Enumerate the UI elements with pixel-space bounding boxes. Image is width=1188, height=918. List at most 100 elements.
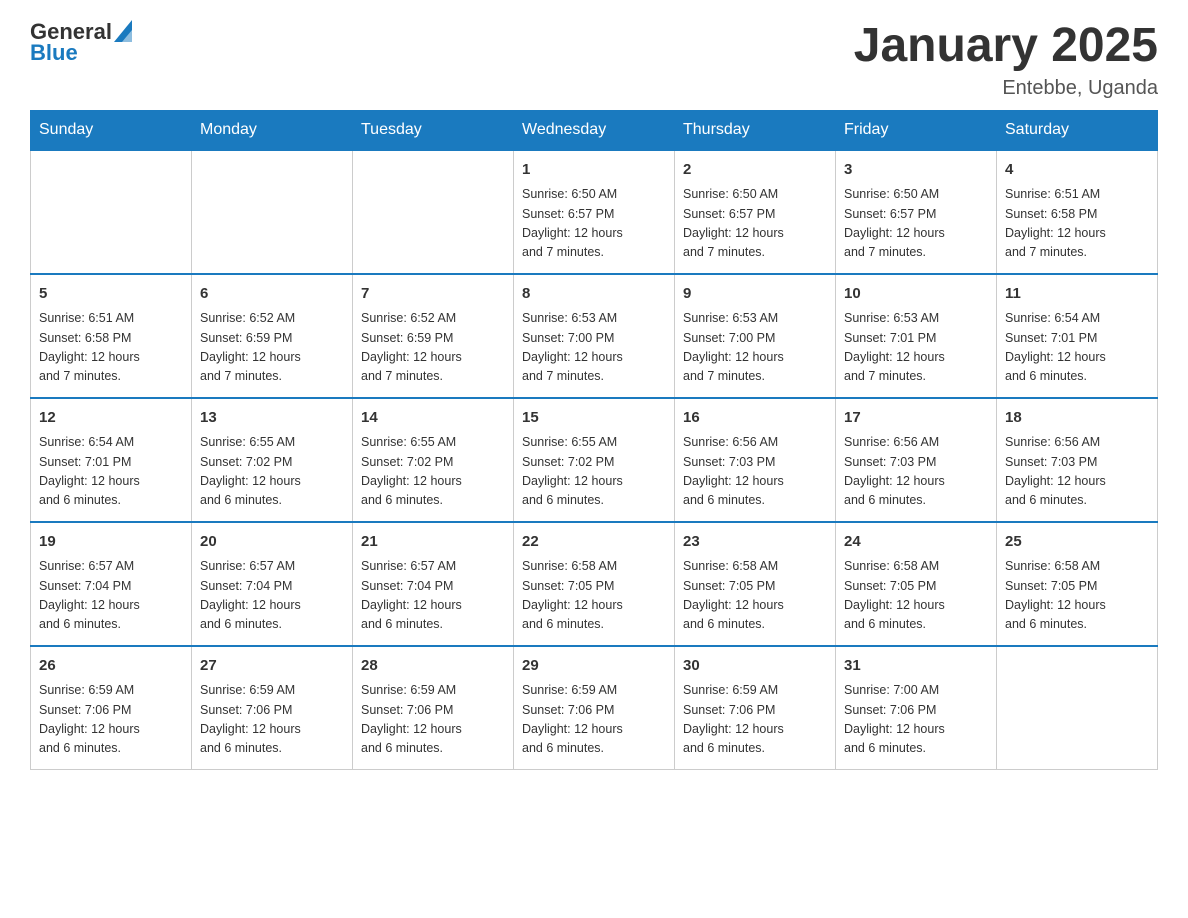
day-number: 5: [39, 283, 183, 306]
day-number: 14: [361, 407, 505, 430]
day-info: Sunrise: 6:58 AMSunset: 7:05 PMDaylight:…: [844, 557, 988, 635]
day-info: Sunrise: 6:50 AMSunset: 6:57 PMDaylight:…: [683, 185, 827, 263]
day-info: Sunrise: 6:59 AMSunset: 7:06 PMDaylight:…: [683, 681, 827, 759]
calendar-cell: 27 Sunrise: 6:59 AMSunset: 7:06 PMDayligh…: [192, 646, 353, 770]
day-number: 26: [39, 655, 183, 678]
day-info: Sunrise: 6:52 AMSunset: 6:59 PMDaylight:…: [361, 309, 505, 387]
day-number: 22: [522, 531, 666, 554]
calendar-header-friday: Friday: [836, 110, 997, 150]
day-number: 11: [1005, 283, 1149, 306]
calendar-cell: 24 Sunrise: 6:58 AMSunset: 7:05 PMDayligh…: [836, 522, 997, 646]
calendar-header-tuesday: Tuesday: [353, 110, 514, 150]
calendar-cell: [997, 646, 1158, 770]
calendar-cell: [192, 150, 353, 274]
calendar-cell: 5 Sunrise: 6:51 AMSunset: 6:58 PMDaylight…: [31, 274, 192, 398]
calendar-header-thursday: Thursday: [675, 110, 836, 150]
calendar-week-row: 1 Sunrise: 6:50 AMSunset: 6:57 PMDaylight…: [31, 150, 1158, 274]
calendar-cell: 4 Sunrise: 6:51 AMSunset: 6:58 PMDaylight…: [997, 150, 1158, 274]
calendar-cell: 13 Sunrise: 6:55 AMSunset: 7:02 PMDayligh…: [192, 398, 353, 522]
calendar-cell: 12 Sunrise: 6:54 AMSunset: 7:01 PMDayligh…: [31, 398, 192, 522]
day-number: 19: [39, 531, 183, 554]
day-info: Sunrise: 6:57 AMSunset: 7:04 PMDaylight:…: [200, 557, 344, 635]
day-number: 6: [200, 283, 344, 306]
calendar-cell: 1 Sunrise: 6:50 AMSunset: 6:57 PMDaylight…: [514, 150, 675, 274]
calendar-cell: 10Sunrise: 6:53 AMSunset: 7:01 PMDayligh…: [836, 274, 997, 398]
calendar-cell: 23 Sunrise: 6:58 AMSunset: 7:05 PMDayligh…: [675, 522, 836, 646]
day-number: 25: [1005, 531, 1149, 554]
calendar-week-row: 19 Sunrise: 6:57 AMSunset: 7:04 PMDayligh…: [31, 522, 1158, 646]
day-number: 21: [361, 531, 505, 554]
day-number: 18: [1005, 407, 1149, 430]
day-info: Sunrise: 7:00 AMSunset: 7:06 PMDaylight:…: [844, 681, 988, 759]
day-info: Sunrise: 6:56 AMSunset: 7:03 PMDaylight:…: [683, 433, 827, 511]
calendar-cell: [31, 150, 192, 274]
calendar-cell: 30 Sunrise: 6:59 AMSunset: 7:06 PMDayligh…: [675, 646, 836, 770]
day-number: 27: [200, 655, 344, 678]
calendar-cell: 26Sunrise: 6:59 AMSunset: 7:06 PMDayligh…: [31, 646, 192, 770]
calendar-cell: 9 Sunrise: 6:53 AMSunset: 7:00 PMDaylight…: [675, 274, 836, 398]
day-number: 4: [1005, 159, 1149, 182]
day-info: Sunrise: 6:55 AMSunset: 7:02 PMDaylight:…: [522, 433, 666, 511]
calendar-header-monday: Monday: [192, 110, 353, 150]
day-info: Sunrise: 6:57 AMSunset: 7:04 PMDaylight:…: [361, 557, 505, 635]
day-number: 1: [522, 159, 666, 182]
day-info: Sunrise: 6:51 AMSunset: 6:58 PMDaylight:…: [1005, 185, 1149, 263]
calendar-cell: 16 Sunrise: 6:56 AMSunset: 7:03 PMDayligh…: [675, 398, 836, 522]
calendar-subtitle: Entebbe, Uganda: [854, 77, 1158, 100]
title-section: January 2025 Entebbe, Uganda: [854, 20, 1158, 100]
day-info: Sunrise: 6:59 AMSunset: 7:06 PMDaylight:…: [200, 681, 344, 759]
day-info: Sunrise: 6:58 AMSunset: 7:05 PMDaylight:…: [683, 557, 827, 635]
day-number: 31: [844, 655, 988, 678]
logo-triangle-icon: [114, 20, 132, 42]
day-number: 16: [683, 407, 827, 430]
calendar-cell: 21 Sunrise: 6:57 AMSunset: 7:04 PMDayligh…: [353, 522, 514, 646]
calendar-cell: 28Sunrise: 6:59 AMSunset: 7:06 PMDayligh…: [353, 646, 514, 770]
day-info: Sunrise: 6:53 AMSunset: 7:00 PMDaylight:…: [683, 309, 827, 387]
day-info: Sunrise: 6:58 AMSunset: 7:05 PMDaylight:…: [522, 557, 666, 635]
calendar-cell: 3Sunrise: 6:50 AMSunset: 6:57 PMDaylight…: [836, 150, 997, 274]
calendar-cell: 17Sunrise: 6:56 AMSunset: 7:03 PMDayligh…: [836, 398, 997, 522]
page-header: General Blue January 2025 Entebbe, Ugand…: [30, 20, 1158, 100]
day-number: 2: [683, 159, 827, 182]
calendar-week-row: 26 Sunrise: 6:59 AMSunset: 7:06 PMDayligh…: [31, 646, 1158, 770]
calendar-cell: 7Sunrise: 6:52 AMSunset: 6:59 PMDaylight…: [353, 274, 514, 398]
day-info: Sunrise: 6:53 AMSunset: 7:01 PMDaylight:…: [844, 309, 988, 387]
day-number: 17: [844, 407, 988, 430]
day-info: Sunrise: 6:58 AMSunset: 7:05 PMDaylight:…: [1005, 557, 1149, 635]
day-number: 24: [844, 531, 988, 554]
day-info: Sunrise: 6:50 AMSunset: 6:57 PMDaylight:…: [522, 185, 666, 263]
day-info: Sunrise: 6:52 AMSunset: 6:59 PMDaylight:…: [200, 309, 344, 387]
calendar-cell: 11Sunrise: 6:54 AMSunset: 7:01 PMDayligh…: [997, 274, 1158, 398]
day-number: 8: [522, 283, 666, 306]
calendar-header-row: SundayMondayTuesdayWednesdayThursdayFrid…: [31, 110, 1158, 150]
day-number: 29: [522, 655, 666, 678]
calendar-week-row: 12 Sunrise: 6:54 AMSunset: 7:01 PMDayligh…: [31, 398, 1158, 522]
day-info: Sunrise: 6:53 AMSunset: 7:00 PMDaylight:…: [522, 309, 666, 387]
day-info: Sunrise: 6:55 AMSunset: 7:02 PMDaylight:…: [200, 433, 344, 511]
day-number: 20: [200, 531, 344, 554]
calendar-cell: 15 Sunrise: 6:55 AMSunset: 7:02 PMDayligh…: [514, 398, 675, 522]
day-info: Sunrise: 6:59 AMSunset: 7:06 PMDaylight:…: [522, 681, 666, 759]
day-number: 30: [683, 655, 827, 678]
day-number: 12: [39, 407, 183, 430]
day-number: 13: [200, 407, 344, 430]
calendar-cell: 31 Sunrise: 7:00 AMSunset: 7:06 PMDayligh…: [836, 646, 997, 770]
day-number: 15: [522, 407, 666, 430]
calendar-cell: 18Sunrise: 6:56 AMSunset: 7:03 PMDayligh…: [997, 398, 1158, 522]
day-info: Sunrise: 6:57 AMSunset: 7:04 PMDaylight:…: [39, 557, 183, 635]
calendar-week-row: 5 Sunrise: 6:51 AMSunset: 6:58 PMDaylight…: [31, 274, 1158, 398]
calendar-cell: 29 Sunrise: 6:59 AMSunset: 7:06 PMDayligh…: [514, 646, 675, 770]
day-info: Sunrise: 6:51 AMSunset: 6:58 PMDaylight:…: [39, 309, 183, 387]
day-info: Sunrise: 6:54 AMSunset: 7:01 PMDaylight:…: [39, 433, 183, 511]
day-number: 28: [361, 655, 505, 678]
logo-blue-text: Blue: [30, 42, 78, 64]
day-number: 3: [844, 159, 988, 182]
calendar-cell: 14Sunrise: 6:55 AMSunset: 7:02 PMDayligh…: [353, 398, 514, 522]
calendar-table: SundayMondayTuesdayWednesdayThursdayFrid…: [30, 110, 1158, 770]
calendar-cell: 6 Sunrise: 6:52 AMSunset: 6:59 PMDaylight…: [192, 274, 353, 398]
calendar-cell: 8 Sunrise: 6:53 AMSunset: 7:00 PMDaylight…: [514, 274, 675, 398]
day-number: 23: [683, 531, 827, 554]
calendar-cell: 2 Sunrise: 6:50 AMSunset: 6:57 PMDaylight…: [675, 150, 836, 274]
calendar-cell: 20 Sunrise: 6:57 AMSunset: 7:04 PMDayligh…: [192, 522, 353, 646]
day-number: 9: [683, 283, 827, 306]
